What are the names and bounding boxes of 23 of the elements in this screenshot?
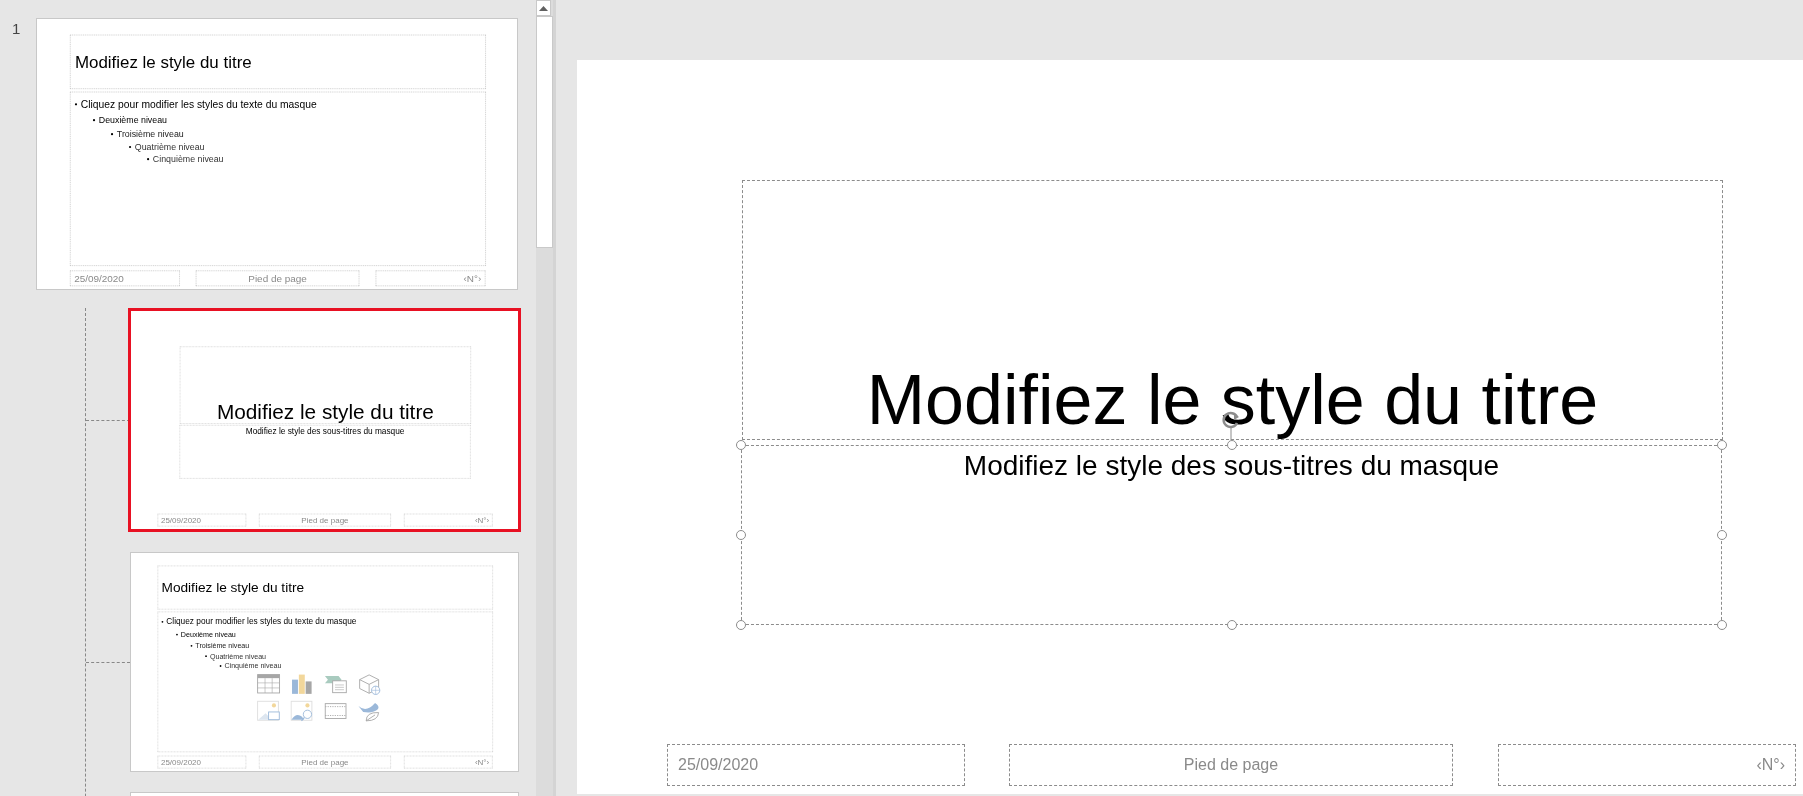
resize-handle[interactable] xyxy=(1717,530,1727,540)
scrollbar-thumb[interactable] xyxy=(536,16,553,248)
slide-number: 1 xyxy=(11,20,22,38)
picture-icon[interactable] xyxy=(256,700,281,723)
resize-handle[interactable] xyxy=(736,530,746,540)
resize-handle[interactable] xyxy=(1226,440,1237,450)
bullet-text: Troisième niveau xyxy=(116,129,184,140)
scroll-up-button[interactable] xyxy=(536,0,551,16)
bullet-text: Cliquez pour modifier les styles du texte du masque xyxy=(166,617,357,627)
resize-handle[interactable] xyxy=(1717,440,1727,450)
image-search-icon[interactable] xyxy=(290,700,314,723)
resize-handle[interactable] xyxy=(736,620,746,630)
slide-thumbnail[interactable]: Modifiez le style du titre Cliquez pour modifier les styles du texte du masque Deuxième niveau Troisième niveau Quatrième niveau Cinquième niveau 25/09/2020 Pied de page ‹N°› xyxy=(36,18,518,290)
resize-handle[interactable] xyxy=(1226,620,1237,630)
chart-icon[interactable] xyxy=(290,673,314,696)
bullet-text: Cliquez pour modifier les styles du texte du masque xyxy=(80,98,317,111)
bullet-text: Deuxième niveau xyxy=(98,115,167,126)
bullet-text: Quatrième niveau xyxy=(134,141,205,152)
resize-handle[interactable] xyxy=(1717,620,1727,630)
slide-thumbnail[interactable]: Modifiez le style du titre Modifiez le style des sous-titres du masque 25/09/2020 Pied de page ‹N°› xyxy=(128,308,521,532)
bullet-text: Cinquième niveau xyxy=(152,153,224,165)
resize-handle[interactable] xyxy=(736,440,746,450)
caret-up-icon xyxy=(539,5,548,11)
